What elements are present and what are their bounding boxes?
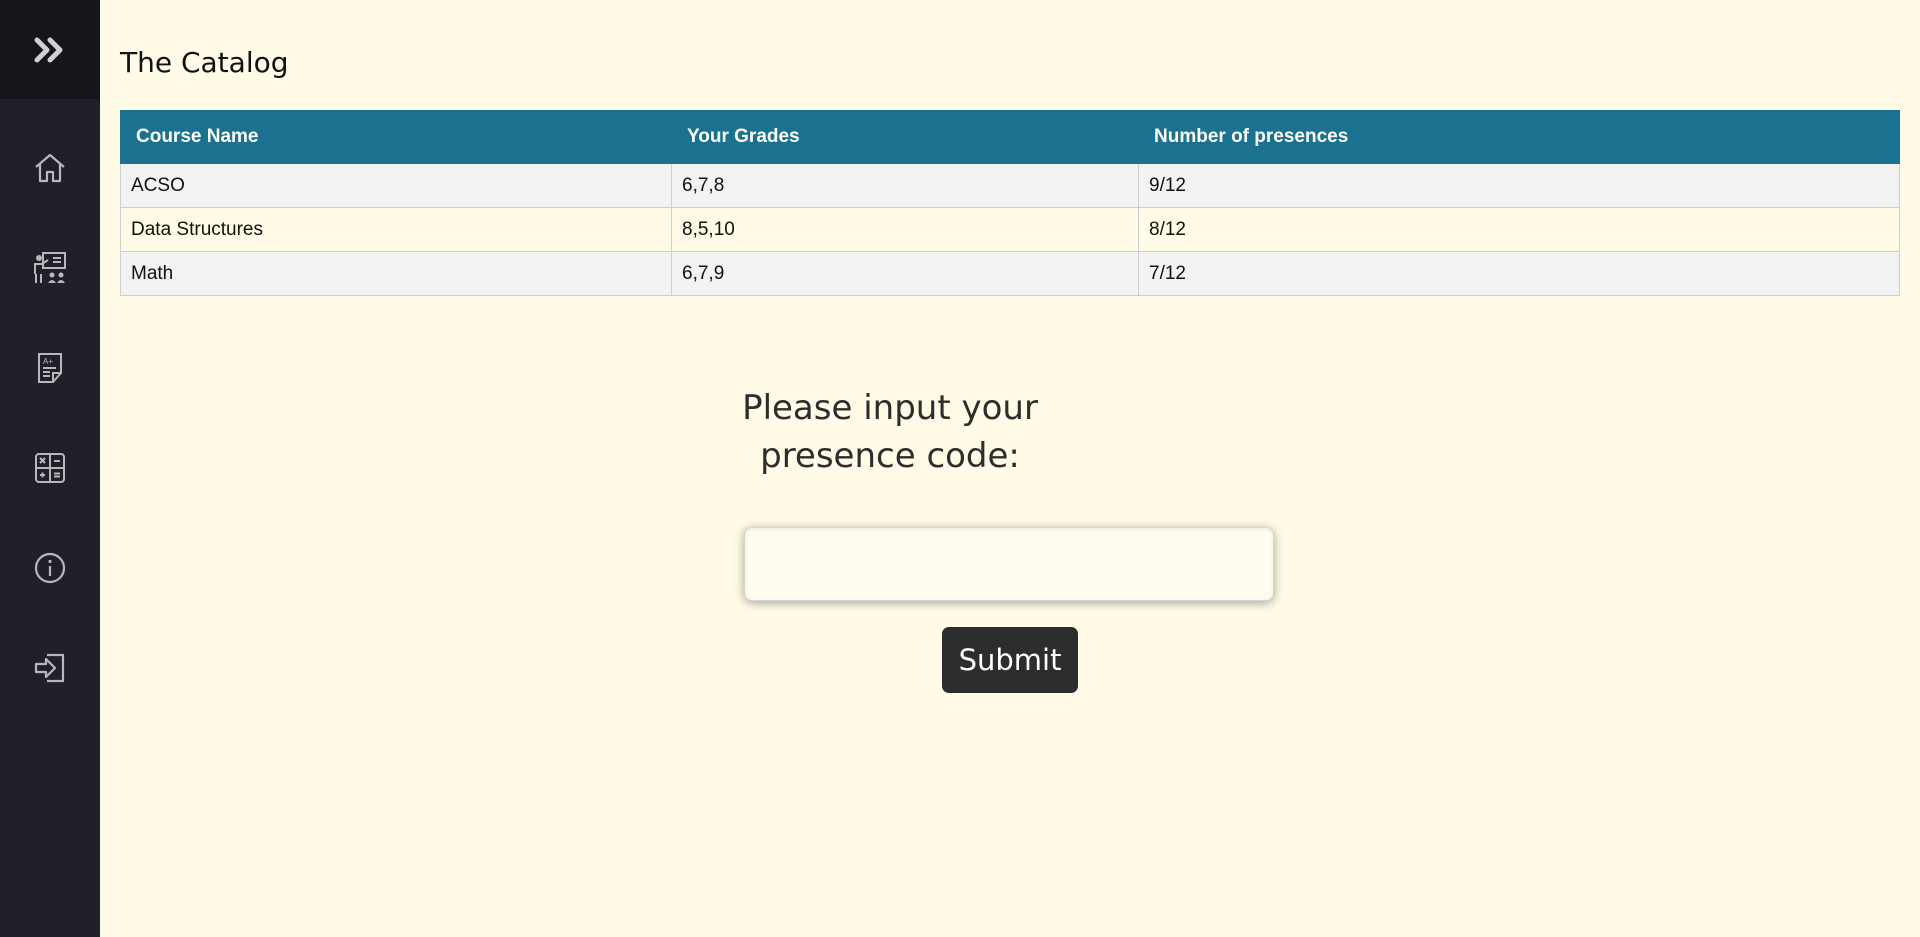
column-header-your-grades: Your Grades <box>671 110 1139 164</box>
calculator-icon <box>33 451 67 485</box>
home-icon <box>33 151 67 185</box>
sidebar-item-teacher[interactable] <box>0 238 100 298</box>
presences-cell: 7/12 <box>1138 251 1900 296</box>
page-title: The Catalog <box>120 46 289 79</box>
table-header-row: Course Name Your Grades Number of presen… <box>120 110 1900 164</box>
column-header-course-name: Course Name <box>120 110 672 164</box>
sidebar-item-home[interactable] <box>0 138 100 198</box>
login-icon <box>33 651 67 685</box>
sidebar-item-grades[interactable]: A+ <box>0 338 100 398</box>
double-chevron-right-icon <box>33 36 67 64</box>
teacher-board-icon <box>32 250 68 286</box>
course-name-cell: Data Structures <box>120 207 672 252</box>
presence-code-prompt: Please input your presence code: <box>742 388 1038 476</box>
presences-cell: 9/12 <box>1138 163 1900 208</box>
presence-code-input[interactable] <box>744 527 1274 601</box>
sidebar-item-info[interactable] <box>0 538 100 598</box>
main-content: The Catalog Course Name Your Grades Numb… <box>100 0 1920 937</box>
grade-document-icon: A+ <box>34 351 66 385</box>
sidebar-item-login[interactable] <box>0 638 100 698</box>
table-row: ACSO 6,7,8 9/12 <box>120 163 1900 208</box>
grades-cell: 6,7,8 <box>671 163 1139 208</box>
submit-button[interactable]: Submit <box>942 627 1078 693</box>
course-name-cell: Math <box>120 251 672 296</box>
sidebar-toggle[interactable] <box>0 0 100 99</box>
svg-text:A+: A+ <box>43 357 53 366</box>
table-row: Math 6,7,9 7/12 <box>120 251 1900 296</box>
grades-cell: 6,7,9 <box>671 251 1139 296</box>
column-header-number-of-presences: Number of presences <box>1138 110 1900 164</box>
presences-cell: 8/12 <box>1138 207 1900 252</box>
catalog-table: Course Name Your Grades Number of presen… <box>120 110 1900 296</box>
sidebar-item-calculator[interactable] <box>0 438 100 498</box>
table-row: Data Structures 8,5,10 8/12 <box>120 207 1900 252</box>
course-name-cell: ACSO <box>120 163 672 208</box>
info-icon <box>33 551 67 585</box>
grades-cell: 8,5,10 <box>671 207 1139 252</box>
sidebar: A+ <box>0 0 100 937</box>
